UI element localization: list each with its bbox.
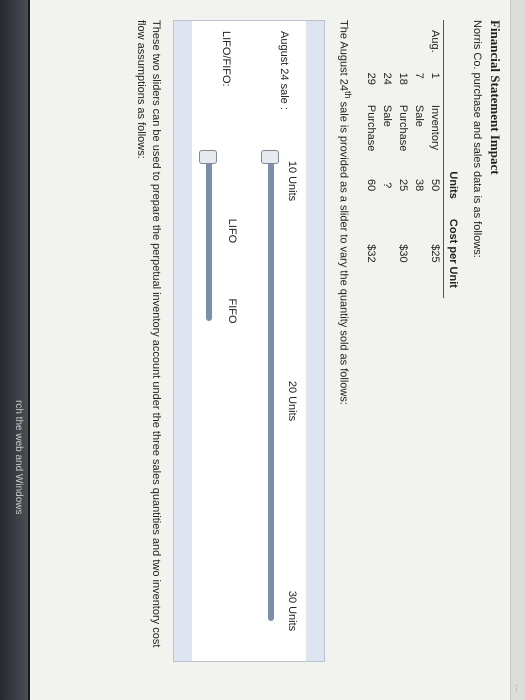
cell-day: 18 xyxy=(397,72,409,85)
quantity-tick-30: 30 Units xyxy=(286,590,299,632)
rotated-viewport: ... Financial Statement Impact Norris Co… xyxy=(30,0,525,700)
cell-units: 50 xyxy=(429,179,441,192)
cell-cost xyxy=(379,209,395,298)
table-row: 7 Sale 38 xyxy=(411,20,427,298)
cell-event: Purchase xyxy=(365,104,377,152)
content-area: Financial Statement Impact Norris Co. pu… xyxy=(134,20,503,680)
cell-units: 25 xyxy=(397,179,409,192)
cell-event: Inventory xyxy=(429,104,441,151)
slider-note: The August 24th sale is provided as a sl… xyxy=(337,20,353,680)
slider-panel: August 24 sale : 10 Units 20 Units 30 Un… xyxy=(173,20,326,662)
table-body: Aug. 1 Inventory 50 $25 7 Sale 38 18 Purchase 25 $3… xyxy=(363,20,444,298)
quantity-tick-10: 10 Units xyxy=(286,160,299,202)
page-title: Financial Statement Impact xyxy=(488,20,503,175)
cell-day: 24 xyxy=(381,72,393,85)
col-header-day xyxy=(443,62,461,95)
quantity-tick-20: 20 Units xyxy=(286,380,299,422)
cell-event: Purchase xyxy=(397,104,409,152)
cell-month xyxy=(379,20,395,63)
intro-text: Norris Co. purchase and sales data is as… xyxy=(471,20,483,258)
table-row: 18 Purchase 25 $30 xyxy=(395,20,411,298)
table-header-row: Units Cost per Unit xyxy=(443,20,461,298)
cell-month: Aug. xyxy=(429,30,441,53)
assignment-page: ... Financial Statement Impact Norris Co… xyxy=(30,0,525,700)
monitor-bezel: rch the web and Windows xyxy=(0,0,28,700)
cell-units: 60 xyxy=(365,179,377,192)
cell-units: ? xyxy=(381,182,393,189)
col-header-month xyxy=(443,20,461,63)
browser-top-strip: ... xyxy=(510,0,525,700)
cell-month xyxy=(363,20,379,63)
cell-day: 7 xyxy=(413,72,425,79)
cell-units: 38 xyxy=(413,179,425,192)
col-header-event xyxy=(443,94,461,162)
cell-month xyxy=(395,20,411,63)
quantity-slider-thumb[interactable] xyxy=(261,150,280,164)
cell-day: 1 xyxy=(429,72,441,79)
purchase-sales-table: Units Cost per Unit Aug. 1 Inventory 50 $25 7… xyxy=(363,20,461,298)
table-row: 24 Sale? xyxy=(379,20,395,298)
method-slider-thumb[interactable] xyxy=(199,150,218,164)
method-tick-fifo: FIFO xyxy=(226,298,239,324)
method-slider-track[interactable] xyxy=(206,151,213,321)
slider-note-prefix: The August 24 xyxy=(337,20,350,91)
table-row: 29 Purchase 60 $32 xyxy=(363,20,379,298)
cell-cost: $25 xyxy=(429,244,441,263)
slider-note-sup: th xyxy=(343,90,353,99)
panel-bottom-band xyxy=(174,21,193,661)
footer-note: These two sliders can be used to prepare… xyxy=(135,20,163,648)
cell-cost xyxy=(411,209,427,298)
method-slider-label: LIFO/FIFO: xyxy=(220,31,233,87)
col-header-cost: Cost per Unit xyxy=(443,208,461,298)
method-tick-lifo: LIFO xyxy=(226,218,239,244)
cell-cost: $30 xyxy=(397,244,409,263)
taskbar-search-text: rch the web and Windows xyxy=(13,400,24,515)
cell-event: Sale xyxy=(413,104,425,127)
top-strip-text: ... xyxy=(514,684,524,692)
quantity-slider-label: August 24 sale : xyxy=(278,31,291,110)
col-header-units: Units xyxy=(443,161,461,209)
cell-month xyxy=(411,20,427,63)
panel-top-band xyxy=(306,21,325,661)
quantity-slider-track[interactable] xyxy=(268,151,275,621)
slider-note-suffix: sale is provided as a slider to vary the… xyxy=(337,98,350,405)
table-row: Aug. 1 Inventory 50 $25 xyxy=(427,20,444,298)
cell-day: 29 xyxy=(365,72,377,85)
cell-cost: $32 xyxy=(365,244,377,263)
cell-event: Sale xyxy=(381,104,393,127)
